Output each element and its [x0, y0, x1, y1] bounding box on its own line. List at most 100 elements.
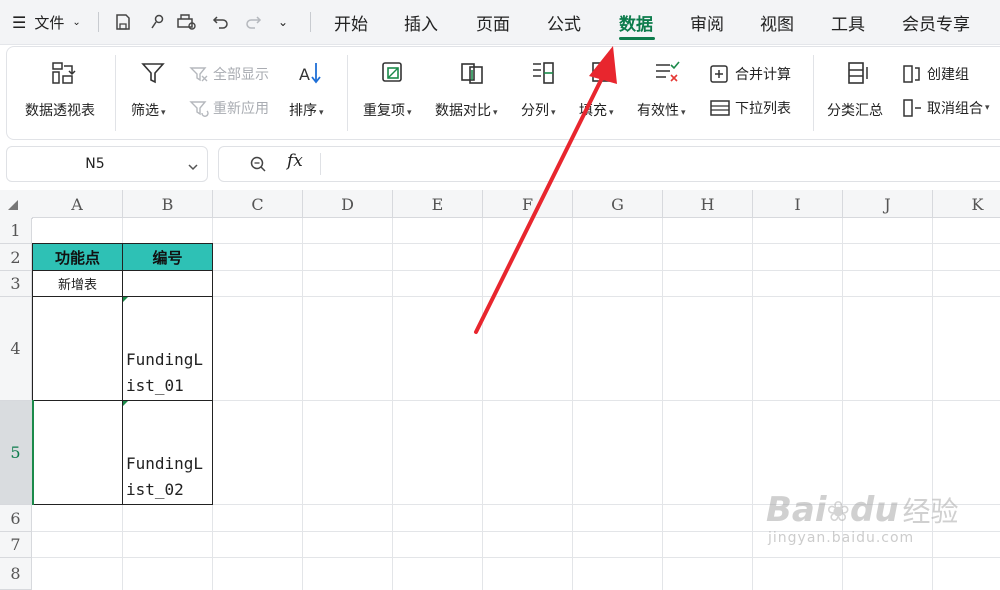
cell-b4[interactable]: FundingL ist_01: [122, 296, 213, 401]
cell-b5[interactable]: FundingL ist_02: [122, 400, 213, 505]
select-all-corner[interactable]: [0, 190, 33, 219]
formula-bar[interactable]: fx: [218, 146, 1000, 182]
fill-button[interactable]: 填充 ▾: [579, 47, 629, 139]
data-compare-button[interactable]: 数据对比 ▾: [435, 47, 509, 139]
name-box[interactable]: N5: [6, 146, 208, 182]
name-box-value: N5: [85, 156, 105, 172]
chevron-down-icon: ⌄: [72, 16, 81, 28]
subtotal-label: 分类汇总: [827, 103, 883, 119]
show-all-label: 全部显示: [213, 67, 269, 83]
paw-icon: ❀: [826, 495, 850, 528]
tab-view[interactable]: 视图: [760, 0, 794, 44]
sort-button[interactable]: A 排序 ▾: [289, 47, 335, 139]
tab-review[interactable]: 审阅: [690, 0, 724, 44]
more-chevron-icon[interactable]: ⌄: [278, 0, 288, 44]
duplicates-label: 重复项 ▾: [363, 103, 412, 119]
cell-a5[interactable]: [32, 400, 123, 505]
data-compare-label: 数据对比 ▾: [435, 103, 498, 119]
validity-label: 有效性 ▾: [637, 103, 686, 119]
dropdown-list-button[interactable]: 下拉列表: [709, 95, 791, 121]
divider: [813, 55, 814, 131]
validity-icon: [653, 59, 681, 91]
row-header-7[interactable]: 7: [0, 532, 32, 558]
tab-page[interactable]: 页面: [476, 0, 510, 44]
divider: [115, 55, 116, 131]
filter-button[interactable]: 筛选 ▾: [131, 47, 177, 139]
subtotal-button[interactable]: 分类汇总: [827, 47, 889, 139]
row-header-5[interactable]: 5: [0, 401, 32, 505]
tab-insert[interactable]: 插入: [404, 0, 438, 44]
cell-b3[interactable]: [122, 270, 213, 297]
show-all-button[interactable]: 全部显示: [189, 61, 269, 87]
zoom-icon[interactable]: [249, 155, 267, 177]
file-menu[interactable]: ☰ 文件 ⌄: [12, 0, 81, 44]
data-compare-icon: [459, 59, 487, 91]
cell-b5-line1: FundingL: [126, 454, 204, 473]
column-header-d[interactable]: D: [303, 190, 393, 218]
gridline: [32, 557, 1000, 558]
row-header-3[interactable]: 3: [0, 271, 32, 297]
fx-button[interactable]: fx: [287, 151, 303, 171]
menu-bar: ☰ 文件 ⌄ ⌄ 开始 插入 页面 公式 数据 审阅 视图 工具 会员专享: [0, 0, 1000, 45]
split-column-label: 分列 ▾: [521, 103, 556, 119]
row-header-6[interactable]: 6: [0, 505, 32, 532]
split-column-button[interactable]: 分列 ▾: [521, 47, 567, 139]
column-header-h[interactable]: H: [663, 190, 753, 218]
format-painter-icon[interactable]: [148, 0, 166, 44]
gridline: [752, 218, 753, 590]
column-header-a[interactable]: A: [32, 190, 123, 218]
cell-b2[interactable]: 编号: [122, 243, 213, 271]
row-header-2[interactable]: 2: [0, 244, 32, 271]
column-header-k[interactable]: K: [933, 190, 1000, 218]
column-header-j[interactable]: J: [843, 190, 933, 218]
filter-label: 筛选 ▾: [131, 103, 166, 119]
print-preview-icon[interactable]: [176, 0, 198, 44]
column-header-c[interactable]: C: [213, 190, 303, 218]
column-header-b[interactable]: B: [123, 190, 213, 218]
split-column-icon: [529, 59, 557, 91]
tab-home[interactable]: 开始: [334, 0, 368, 44]
cell-b5-line2: ist_02: [126, 480, 184, 499]
ribbon-toolbar: 数据透视表 筛选▾ 全部显示 重新应用 A 排序▾ 重复项▾ 数据对比▾: [6, 46, 1000, 140]
validity-button[interactable]: 有效性 ▾: [637, 47, 699, 139]
cell-a3[interactable]: 新增表: [32, 270, 123, 297]
column-header-f[interactable]: F: [483, 190, 573, 218]
create-group-label: 创建组: [927, 67, 969, 83]
undo-icon[interactable]: [212, 0, 230, 44]
column-header-e[interactable]: E: [393, 190, 483, 218]
cell-a4[interactable]: [32, 296, 123, 401]
row-header-8[interactable]: 8: [0, 558, 32, 590]
fill-icon: [589, 59, 617, 91]
create-group-button[interactable]: 创建组: [901, 61, 969, 87]
sort-icon: A: [297, 59, 325, 91]
column-header-i[interactable]: I: [753, 190, 843, 218]
duplicates-button[interactable]: 重复项 ▾: [363, 47, 423, 139]
merge-calc-button[interactable]: 合并计算: [709, 61, 791, 87]
dropdown-list-label: 下拉列表: [735, 101, 791, 117]
text-number-indicator: [123, 401, 128, 406]
row-header-1[interactable]: 1: [0, 218, 32, 244]
watermark-brand-2: du: [849, 490, 899, 530]
gridline: [392, 218, 393, 590]
pivot-table-icon: [49, 59, 77, 91]
duplicates-icon: [379, 59, 407, 91]
gridline: [662, 218, 663, 590]
tab-member[interactable]: 会员专享: [902, 0, 970, 44]
file-menu-label: 文件: [34, 13, 65, 32]
tab-formula[interactable]: 公式: [547, 0, 581, 44]
column-header-g[interactable]: G: [573, 190, 663, 218]
divider: [310, 12, 311, 32]
cell-a2[interactable]: 功能点: [32, 243, 123, 271]
redo-icon[interactable]: [244, 0, 262, 44]
watermark-url: jingyan.baidu.com: [768, 530, 915, 546]
save-icon[interactable]: [114, 0, 132, 44]
tab-tools[interactable]: 工具: [831, 0, 865, 44]
chevron-down-icon[interactable]: [187, 158, 199, 177]
row-selection-edge: [32, 400, 34, 505]
pivot-table-button[interactable]: 数据透视表: [25, 47, 105, 139]
reapply-button[interactable]: 重新应用: [189, 95, 269, 121]
row-header-4[interactable]: 4: [0, 297, 32, 401]
watermark-brand: Bai: [766, 490, 827, 530]
active-tab-indicator: [619, 37, 655, 40]
ungroup-button[interactable]: 取消组合 ▾: [901, 95, 990, 121]
